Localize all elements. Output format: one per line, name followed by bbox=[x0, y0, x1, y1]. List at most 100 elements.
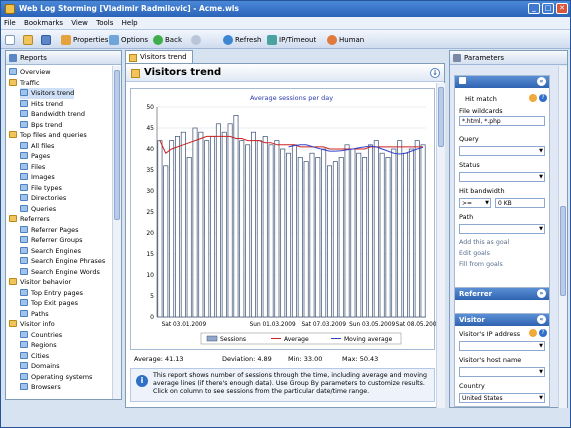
host-name-select[interactable]: ▼ bbox=[459, 367, 545, 377]
report-icon bbox=[20, 330, 28, 338]
tree-item-referrer-groups[interactable]: Referrer Groups bbox=[20, 235, 83, 246]
add-goal-link[interactable]: Add this as goal bbox=[459, 239, 509, 246]
visitor-title: Visitor bbox=[459, 316, 485, 324]
tree-item-visitor-behavior[interactable]: Visitor behavior bbox=[9, 277, 71, 288]
ip-options-icon[interactable] bbox=[529, 329, 537, 337]
new-icon[interactable] bbox=[5, 34, 19, 46]
ip-timeout-button[interactable]: IP/Timeout bbox=[267, 34, 316, 46]
reports-scroll-thumb[interactable] bbox=[114, 70, 120, 220]
content-scrollbar[interactable] bbox=[436, 83, 445, 408]
tree-item-all-files[interactable]: All files bbox=[20, 141, 54, 152]
tree-item-countries[interactable]: Countries bbox=[20, 330, 62, 341]
country-select[interactable]: United States ▼ bbox=[459, 393, 545, 403]
tree-item-visitors-trend[interactable]: Visitors trend bbox=[20, 88, 75, 99]
menu-help[interactable]: Help bbox=[119, 17, 141, 27]
reports-tree: Overview Traffic Visitors trend Hits trend B… bbox=[6, 67, 110, 399]
maximize-button[interactable]: □ bbox=[542, 3, 554, 14]
tree-item-visitor-info[interactable]: Visitor info bbox=[9, 319, 55, 330]
tree-item-hits-trend[interactable]: Hits trend bbox=[20, 99, 63, 110]
tree-item-top-files-and-queries[interactable]: Top files and queries bbox=[9, 130, 87, 141]
tree-item-label: Overview bbox=[20, 68, 51, 76]
referrer-group-header[interactable]: Referrer » bbox=[455, 288, 549, 300]
tree-item-pages[interactable]: Pages bbox=[20, 151, 50, 162]
tree-item-top-entry-pages[interactable]: Top Entry pages bbox=[20, 288, 83, 299]
tree-item-search-engine-words[interactable]: Search Engine Words bbox=[20, 267, 100, 278]
filter-group-header[interactable]: « bbox=[455, 76, 549, 88]
close-button[interactable]: ✕ bbox=[556, 3, 568, 14]
tree-item-files[interactable]: Files bbox=[20, 162, 45, 173]
content-scroll-thumb[interactable] bbox=[438, 87, 444, 147]
status-select[interactable]: ▼ bbox=[459, 172, 545, 182]
tree-item-search-engines[interactable]: Search Engines bbox=[20, 246, 81, 257]
parameters-scrollbar[interactable] bbox=[558, 66, 567, 408]
forward-icon[interactable] bbox=[191, 34, 205, 46]
filter-group-icon bbox=[459, 77, 466, 84]
tree-item-referrers[interactable]: Referrers bbox=[9, 214, 50, 225]
tree-item-cities[interactable]: Cities bbox=[20, 351, 49, 362]
tree-item-bps-trend[interactable]: Bps trend bbox=[20, 120, 62, 131]
tree-item-images[interactable]: Images bbox=[20, 172, 55, 183]
human-button[interactable]: Human bbox=[327, 34, 364, 46]
tab-visitors-trend[interactable]: Visitors trend bbox=[125, 50, 193, 64]
file-wildcards-field[interactable]: *.html, *.php bbox=[459, 116, 545, 126]
save-icon[interactable] bbox=[41, 34, 55, 46]
open-icon[interactable] bbox=[23, 34, 37, 46]
tree-item-search-engine-phrases[interactable]: Search Engine Phrases bbox=[20, 256, 105, 267]
match-options-icon[interactable] bbox=[529, 94, 537, 102]
sessions-bar bbox=[338, 157, 344, 318]
sessions-bar bbox=[174, 136, 180, 318]
ip-address-select[interactable]: ▼ bbox=[459, 341, 545, 351]
options-button[interactable]: Options bbox=[109, 34, 148, 46]
sessions-bar bbox=[245, 144, 251, 318]
collapse-chevron-icon[interactable]: « bbox=[537, 77, 546, 86]
human-label: Human bbox=[339, 36, 365, 44]
back-label: Back bbox=[165, 36, 182, 44]
sessions-bar bbox=[321, 148, 327, 318]
visitor-group-header[interactable]: Visitor « bbox=[455, 314, 549, 326]
reports-scrollbar[interactable] bbox=[112, 66, 121, 399]
tree-item-operating-systems[interactable]: Operating systems bbox=[20, 372, 92, 383]
bandwidth-value-field[interactable]: 0 KB bbox=[495, 198, 545, 208]
help-icon[interactable]: ? bbox=[539, 94, 547, 102]
tree-item-top-exit-pages[interactable]: Top Exit pages bbox=[20, 298, 78, 309]
path-select[interactable]: ▼ bbox=[459, 224, 545, 234]
expand-chevron-icon[interactable]: » bbox=[537, 289, 546, 298]
properties-button[interactable]: Properties bbox=[61, 34, 108, 46]
tree-item-paths[interactable]: Paths bbox=[20, 309, 49, 320]
tree-item-referrer-pages[interactable]: Referrer Pages bbox=[20, 225, 78, 236]
menu-file[interactable]: File bbox=[1, 17, 19, 27]
edit-goals-link[interactable]: Edit goals bbox=[459, 250, 490, 257]
menu-bookmarks[interactable]: Bookmarks bbox=[21, 17, 66, 27]
tree-item-overview[interactable]: Overview bbox=[9, 67, 51, 78]
collapse-icon[interactable]: ↓ bbox=[430, 68, 440, 78]
tree-item-file-types[interactable]: File types bbox=[20, 183, 62, 194]
parameters-scroll-thumb[interactable] bbox=[560, 206, 566, 296]
minimize-button[interactable]: _ bbox=[528, 3, 540, 14]
chevron-down-icon: ▼ bbox=[539, 343, 543, 349]
tree-item-bandwidth-trend[interactable]: Bandwidth trend bbox=[20, 109, 85, 120]
menu-tools[interactable]: Tools bbox=[93, 17, 116, 27]
title-bar: Web Log Storming [Vladimir Radmilovic] -… bbox=[1, 1, 570, 17]
sessions-bar bbox=[373, 140, 379, 318]
tree-item-domains[interactable]: Domains bbox=[20, 361, 60, 372]
help-icon[interactable]: ? bbox=[539, 329, 547, 337]
menu-view[interactable]: View bbox=[68, 17, 91, 27]
sessions-bar bbox=[280, 148, 286, 318]
sessions-bar bbox=[192, 127, 198, 318]
report-icon bbox=[20, 120, 28, 128]
hit-match-label: Hit match bbox=[465, 95, 497, 103]
collapse-chevron-icon[interactable]: « bbox=[537, 315, 546, 324]
tree-item-directories[interactable]: Directories bbox=[20, 193, 66, 204]
tree-item-queries[interactable]: Queries bbox=[20, 204, 56, 215]
back-button[interactable]: Back bbox=[153, 34, 182, 46]
tree-item-browsers[interactable]: Browsers bbox=[20, 382, 61, 393]
fill-from-goals-link[interactable]: Fill from goals bbox=[459, 261, 503, 268]
stats-bar: Average: 41.13 Deviation: 4.89 Min: 33.0… bbox=[130, 353, 435, 365]
bandwidth-operator-select[interactable]: >= ▼ bbox=[459, 198, 491, 208]
refresh-button[interactable]: Refresh bbox=[223, 34, 261, 46]
path-label: Path bbox=[459, 213, 474, 221]
tree-item-traffic[interactable]: Traffic bbox=[9, 78, 40, 89]
query-select[interactable]: ▼ bbox=[459, 146, 545, 156]
tree-item-regions[interactable]: Regions bbox=[20, 340, 57, 351]
y-tick-label: 20 bbox=[146, 230, 154, 237]
